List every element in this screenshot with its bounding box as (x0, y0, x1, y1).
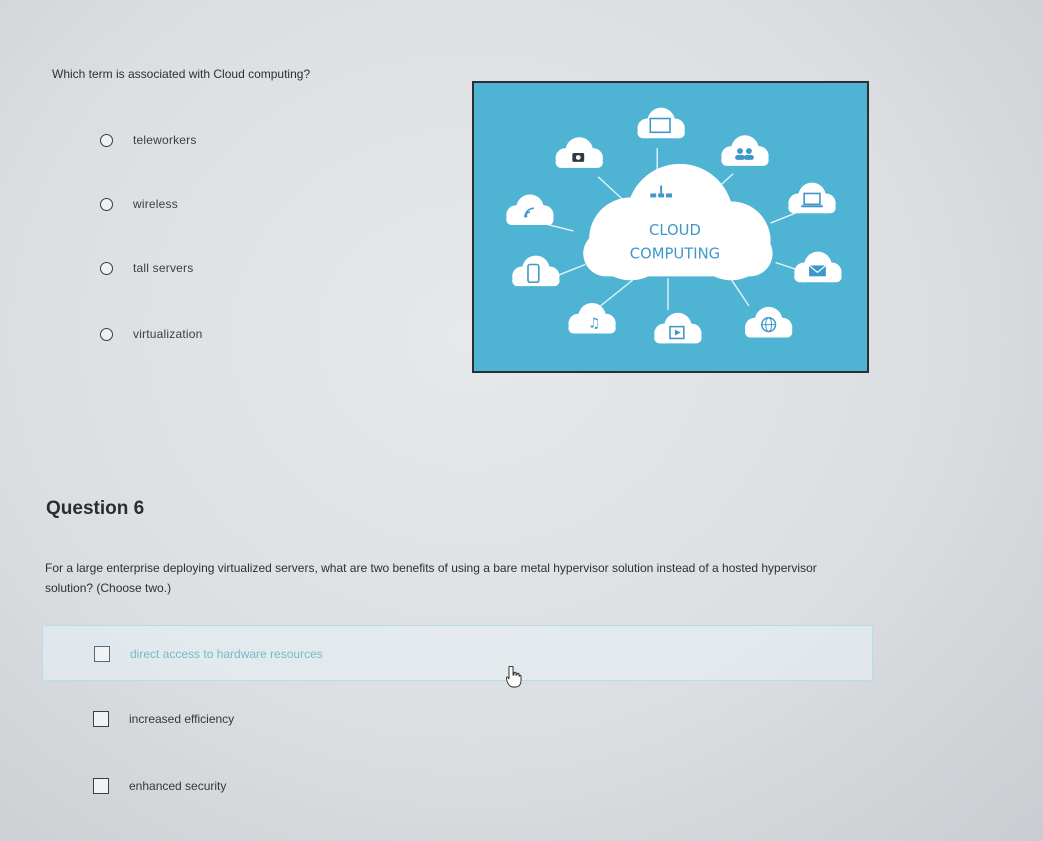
laptop-cloud-icon (788, 182, 836, 214)
radio-option-wireless[interactable]: wireless (100, 194, 178, 214)
checkbox-option-label: increased efficiency (129, 712, 235, 726)
cloud-title-line2: COMPUTING (630, 246, 720, 263)
users-cloud-icon (721, 135, 769, 166)
checkbox-option-enhanced-security[interactable]: enhanced security (93, 775, 226, 797)
radio-option-label: tall servers (133, 261, 194, 275)
radio-option-teleworkers[interactable]: teleworkers (100, 130, 197, 150)
radio-option-virtualization[interactable]: virtualization (100, 324, 203, 344)
music-cloud-icon: ♫ (568, 302, 616, 334)
monitor-cloud-icon (637, 107, 685, 139)
radio-option-tall-servers[interactable]: tall servers (100, 258, 193, 278)
hand-cursor-icon (506, 666, 522, 688)
checkbox[interactable] (93, 778, 109, 794)
radio-button[interactable] (100, 133, 113, 147)
question-5-prompt: Which term is associated with Cloud comp… (52, 67, 311, 81)
checkbox-option-direct-access[interactable]: direct access to hardware resources (94, 643, 323, 665)
mail-cloud-icon (794, 251, 842, 283)
checkbox-option-increased-efficiency[interactable]: increased efficiency (93, 708, 234, 730)
answer-row-highlighted[interactable]: direct access to hardware resources (42, 625, 873, 681)
question-6-prompt: For a large enterprise deploying virtual… (45, 561, 817, 595)
cloud-title-line1: CLOUD (649, 222, 701, 239)
question-6-heading: Question 6 (46, 498, 145, 519)
mobile-cloud-icon (512, 255, 560, 287)
checkbox-option-label: direct access to hardware resources (130, 647, 323, 661)
central-cloud-icon: CLOUD COMPUTING (583, 163, 773, 281)
radio-button[interactable] (100, 197, 113, 211)
radio-button[interactable] (100, 261, 113, 275)
svg-text:♫: ♫ (588, 316, 600, 332)
checkbox-option-label: enhanced security (129, 779, 227, 793)
radio-option-label: wireless (133, 197, 178, 211)
video-cloud-icon (654, 312, 702, 344)
radio-button[interactable] (100, 327, 113, 341)
rss-cloud-icon (506, 194, 554, 226)
radio-option-label: virtualization (133, 327, 203, 341)
checkbox[interactable] (94, 646, 110, 662)
cloud-computing-illustration: CLOUD COMPUTING ♫ (472, 81, 869, 373)
globe-cloud-icon (744, 306, 793, 338)
camera-cloud-icon (555, 137, 603, 168)
checkbox[interactable] (93, 711, 109, 727)
radio-option-label: teleworkers (133, 133, 197, 147)
